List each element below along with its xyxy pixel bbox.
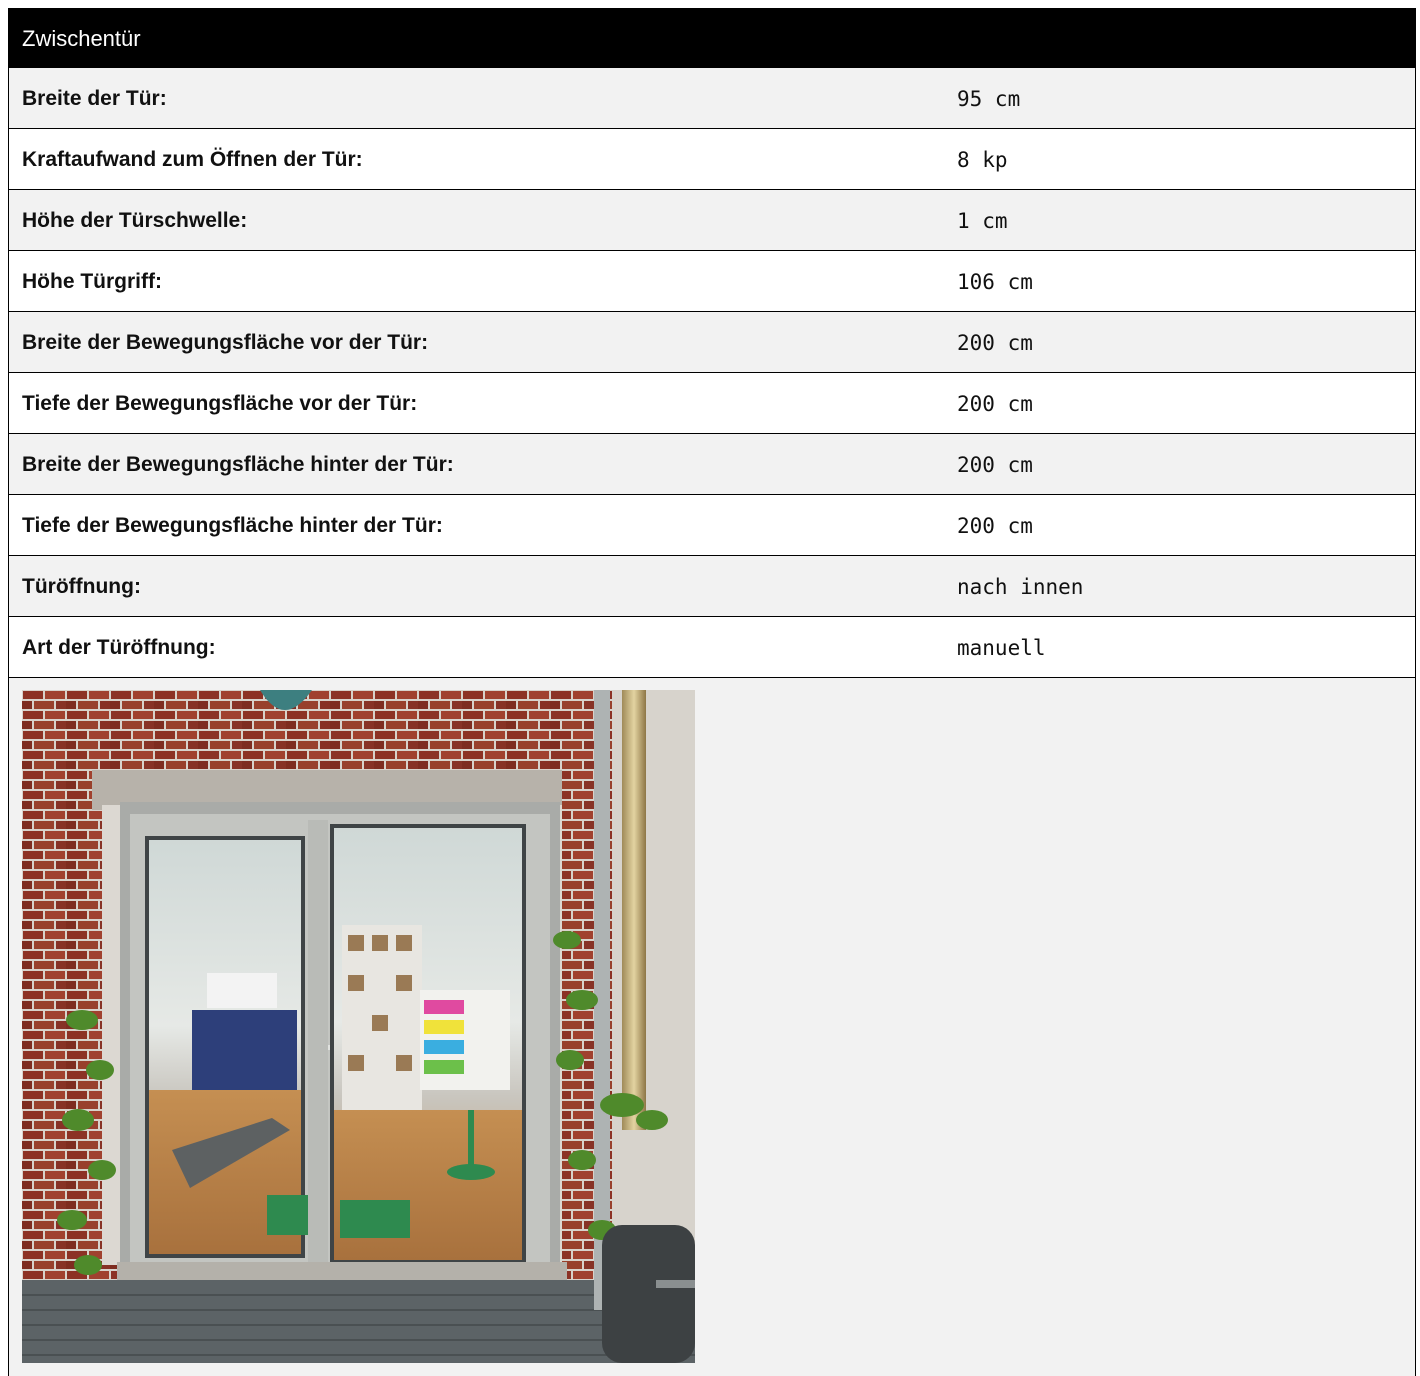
photo-cell <box>8 678 1416 1376</box>
row-value: 95 cm <box>957 87 1021 111</box>
row-value: 200 cm <box>957 331 1033 355</box>
row-label: Breite der Bewegungsfläche vor der Tür: <box>22 331 429 354</box>
table-row: Art der Türöffnung: manuell <box>8 617 1416 678</box>
row-label: Tiefe der Bewegungsfläche vor der Tür: <box>22 392 418 415</box>
info-table: Breite der Tür: 95 cm Kraftaufwand zum Ö… <box>8 68 1416 678</box>
row-value: 106 cm <box>957 270 1033 294</box>
table-row: Türöffnung: nach innen <box>8 556 1416 617</box>
table-row: Tiefe der Bewegungsfläche hinter der Tür… <box>8 495 1416 556</box>
row-label: Höhe der Türschwelle: <box>22 209 248 232</box>
table-row: Breite der Tür: 95 cm <box>8 68 1416 129</box>
table-row: Tiefe der Bewegungsfläche vor der Tür: 2… <box>8 373 1416 434</box>
door-photo <box>22 690 695 1363</box>
row-value: manuell <box>957 636 1046 660</box>
row-value: 200 cm <box>957 453 1033 477</box>
row-label: Breite der Tür: <box>22 87 167 110</box>
row-label: Breite der Bewegungsfläche hinter der Tü… <box>22 453 454 476</box>
row-label: Tiefe der Bewegungsfläche hinter der Tür… <box>22 514 443 537</box>
table-row: Breite der Bewegungsfläche vor der Tür: … <box>8 312 1416 373</box>
table-row: Höhe der Türschwelle: 1 cm <box>8 190 1416 251</box>
row-label: Kraftaufwand zum Öffnen der Tür: <box>22 148 363 171</box>
row-value: 200 cm <box>957 392 1033 416</box>
row-value: nach innen <box>957 575 1084 599</box>
row-value: 1 cm <box>957 209 1008 233</box>
door-info-panel: Zwischentür Breite der Tür: 95 cm Krafta… <box>8 8 1416 1376</box>
row-value: 8 kp <box>957 148 1008 172</box>
row-label: Türöffnung: <box>22 575 141 598</box>
row-label: Höhe Türgriff: <box>22 270 162 293</box>
section-header: Zwischentür <box>8 8 1416 68</box>
row-label: Art der Türöffnung: <box>22 636 216 659</box>
table-row: Höhe Türgriff: 106 cm <box>8 251 1416 312</box>
row-value: 200 cm <box>957 514 1033 538</box>
table-row: Kraftaufwand zum Öffnen der Tür: 8 kp <box>8 129 1416 190</box>
section-title: Zwischentür <box>22 26 141 51</box>
table-row: Breite der Bewegungsfläche hinter der Tü… <box>8 434 1416 495</box>
